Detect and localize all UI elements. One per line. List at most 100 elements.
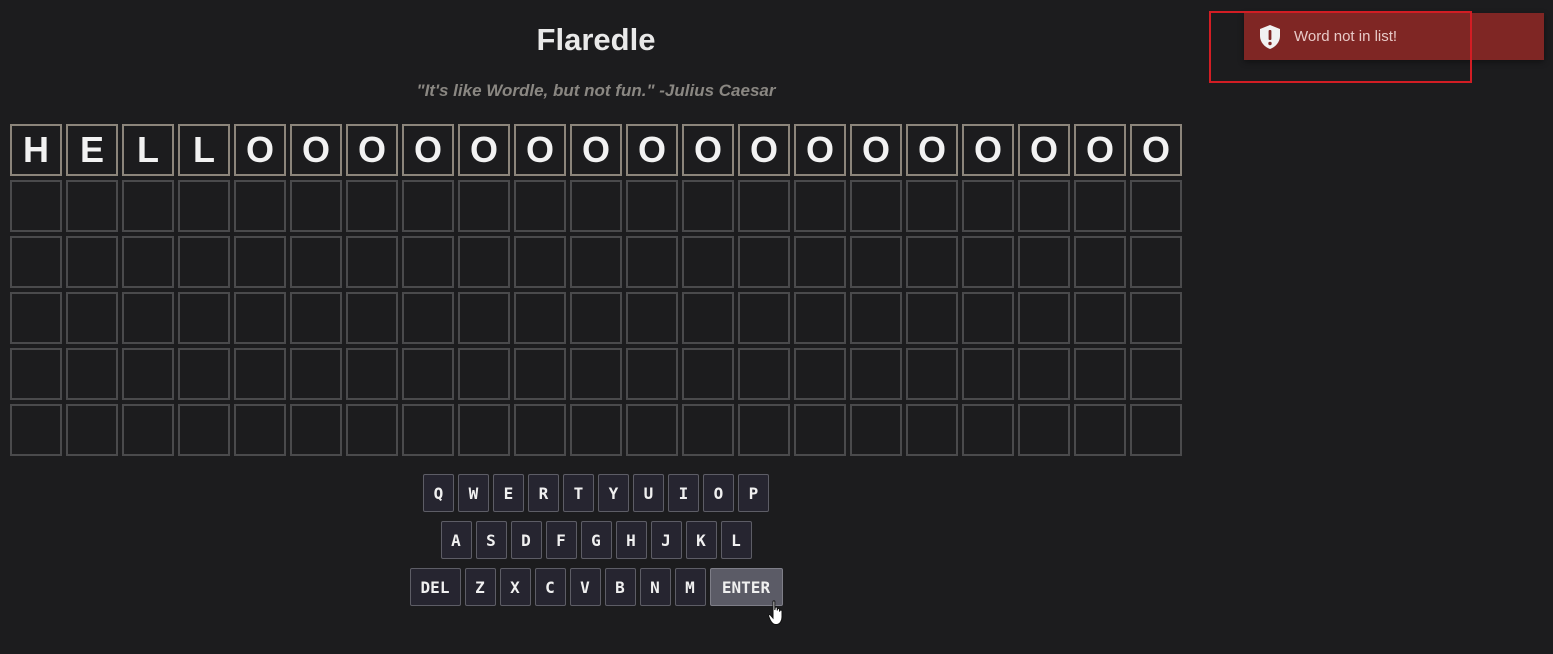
board-tile [738,404,790,456]
board-tile [1018,404,1070,456]
board-tile: O [234,124,286,176]
board-tile [794,348,846,400]
board-tile [1130,292,1182,344]
key-j[interactable]: J [650,521,682,559]
board-tile [682,236,734,288]
board-tile: O [626,124,678,176]
key-c[interactable]: C [534,568,566,606]
board-tile [458,236,510,288]
key-q[interactable]: Q [423,474,454,512]
key-w[interactable]: W [458,474,489,512]
board-tile [962,236,1014,288]
board-tile [234,348,286,400]
board-tile [66,180,118,232]
board-tile: O [962,124,1014,176]
board-tile [1130,404,1182,456]
board-tile [458,348,510,400]
key-s[interactable]: S [475,521,507,559]
board-tile [570,404,622,456]
board-tile [290,236,342,288]
key-u[interactable]: U [633,474,664,512]
board-tile [1018,348,1070,400]
board-tile: O [346,124,398,176]
board-tile [178,348,230,400]
key-z[interactable]: Z [464,568,496,606]
board-tile [626,348,678,400]
board-tile [514,180,566,232]
board-tile: O [682,124,734,176]
key-f[interactable]: F [545,521,577,559]
board-tile [402,180,454,232]
key-t[interactable]: T [563,474,594,512]
board-tile: O [290,124,342,176]
board-tile [346,236,398,288]
key-b[interactable]: B [604,568,636,606]
board-tile [290,404,342,456]
key-p[interactable]: P [738,474,769,512]
board-tile [850,404,902,456]
guess-board: HELLOOOOOOOOOOOOOOOOO [10,124,1182,456]
key-del[interactable]: DEL [409,568,461,606]
board-tile [682,292,734,344]
board-tile [402,404,454,456]
board-tile [402,236,454,288]
board-tile [66,236,118,288]
board-tile [1074,292,1126,344]
board-tile [850,348,902,400]
key-r[interactable]: R [528,474,559,512]
board-tile [122,404,174,456]
board-tile: O [514,124,566,176]
key-i[interactable]: I [668,474,699,512]
key-d[interactable]: D [510,521,542,559]
key-m[interactable]: M [674,568,706,606]
board-tile: O [906,124,958,176]
board-tile [794,292,846,344]
board-tile [10,180,62,232]
board-tile [1018,180,1070,232]
key-x[interactable]: X [499,568,531,606]
board-tile [906,292,958,344]
key-v[interactable]: V [569,568,601,606]
board-tile: O [794,124,846,176]
board-tile: O [850,124,902,176]
board-tile [1074,236,1126,288]
board-tile: O [570,124,622,176]
board-tile [570,180,622,232]
board-tile: L [178,124,230,176]
board-tile [290,292,342,344]
key-o[interactable]: O [703,474,734,512]
board-tile [1074,348,1126,400]
key-h[interactable]: H [615,521,647,559]
key-n[interactable]: N [639,568,671,606]
key-a[interactable]: A [440,521,472,559]
board-tile [626,404,678,456]
board-tile [906,404,958,456]
board-tile [458,292,510,344]
board-tile [794,404,846,456]
board-tile [570,292,622,344]
board-tile [1074,404,1126,456]
tagline: "It's like Wordle, but not fun." -Julius… [416,81,776,100]
key-k[interactable]: K [685,521,717,559]
board-tile [346,404,398,456]
board-tile [626,180,678,232]
board-tile [10,292,62,344]
board-tile [346,292,398,344]
key-g[interactable]: G [580,521,612,559]
board-tile [850,236,902,288]
board-tile [178,236,230,288]
game-page: Flaredle "It's like Wordle, but not fun.… [0,0,1553,654]
board-tile [346,180,398,232]
key-e[interactable]: E [493,474,524,512]
board-tile [1130,180,1182,232]
page-title: Flaredle [536,22,656,57]
board-tile: L [122,124,174,176]
key-y[interactable]: Y [598,474,629,512]
board-tile [10,404,62,456]
board-tile [850,180,902,232]
board-tile [234,404,286,456]
board-tile [682,180,734,232]
board-tile [906,180,958,232]
error-toast: Word not in list! [1244,13,1544,60]
key-l[interactable]: L [720,521,752,559]
